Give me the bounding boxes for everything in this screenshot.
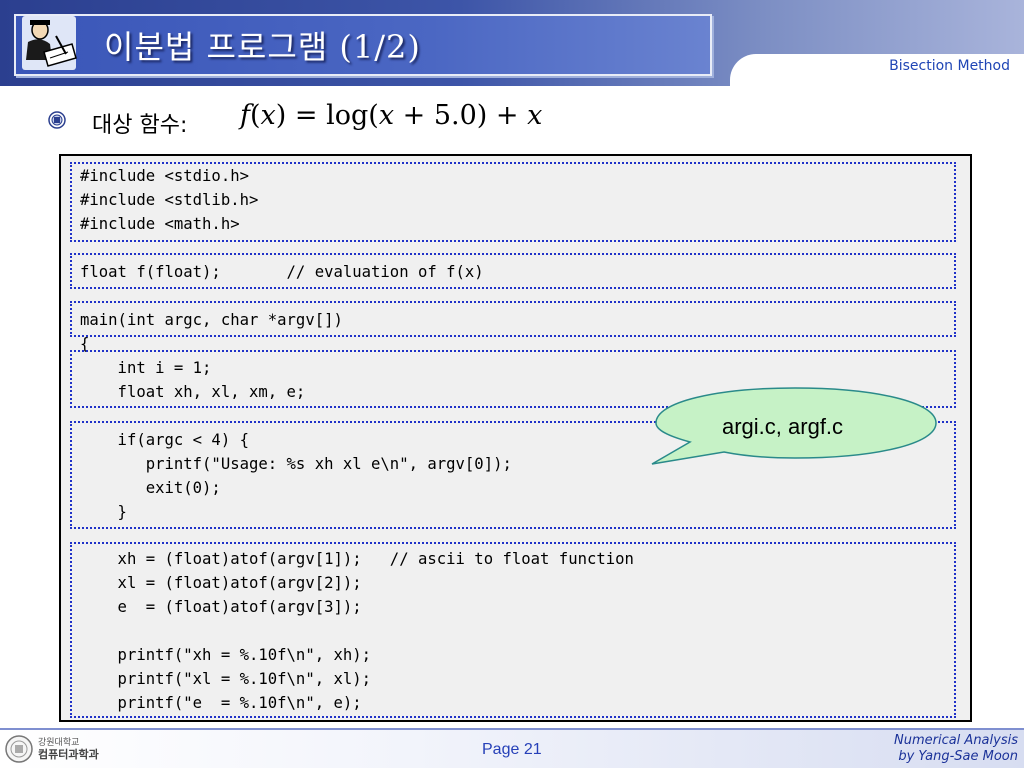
university-seal-icon bbox=[5, 735, 33, 763]
topic-label: Bisection Method bbox=[889, 58, 1010, 74]
main-signature-code: main(int argc, char *argv[]) bbox=[80, 311, 343, 329]
formula-x2: x bbox=[378, 100, 395, 131]
formula-x3: x bbox=[527, 100, 543, 131]
university-line2: 컴퓨터과학과 bbox=[38, 748, 99, 761]
page-title: 이분법 프로그램 (1/2) bbox=[104, 28, 421, 66]
university-name: 강원대학교 컴퓨터과학과 bbox=[38, 738, 99, 760]
formula-eq: = log( bbox=[286, 100, 379, 131]
declarations-code: int i = 1; float xh, xl, xm, e; bbox=[117, 359, 306, 401]
argcheck-code: if(argc < 4) { printf("Usage: %s xh xl e… bbox=[117, 431, 512, 521]
prototype-code: float f(float); // evaluation of f(x) bbox=[80, 263, 484, 281]
course-title: Numerical Analysis bbox=[893, 733, 1018, 748]
formula-x1: x bbox=[260, 100, 276, 131]
parse-print-code: xh = (float)atof(argv[1]); // ascii to f… bbox=[117, 550, 634, 712]
course-author: by Yang-Sae Moon bbox=[898, 749, 1018, 764]
formula-rest: + 5.0) + bbox=[394, 100, 528, 131]
formula-f: f bbox=[240, 100, 250, 131]
callout-text: argi.c, argf.c bbox=[722, 414, 844, 439]
includes-code: #include <stdio.h> #include <stdlib.h> #… bbox=[80, 167, 259, 233]
bullet-seal-icon bbox=[48, 111, 66, 129]
course-credit: Numerical Analysis by Yang-Sae Moon bbox=[894, 733, 1018, 765]
target-function-label: 대상 함수: bbox=[92, 113, 188, 138]
target-function-formula: f(x) = log(x + 5.0) + x bbox=[240, 100, 543, 131]
page-number: Page 21 bbox=[482, 741, 542, 758]
professor-at-desk-icon bbox=[22, 16, 77, 70]
